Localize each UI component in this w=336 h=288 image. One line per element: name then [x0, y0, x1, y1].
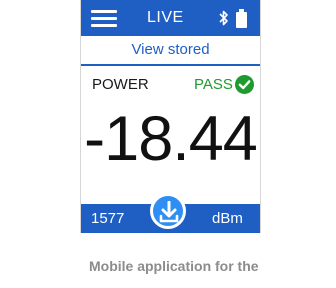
- download-button[interactable]: [150, 193, 186, 229]
- mode-label: LIVE: [147, 9, 184, 26]
- device-screen: LIVE View stored POWER PASS -18.44 1577 …: [80, 0, 261, 233]
- measurement-type-label: POWER: [92, 76, 149, 93]
- check-circle-icon: [235, 75, 254, 94]
- menu-icon[interactable]: [91, 10, 117, 27]
- top-bar: LIVE: [81, 0, 260, 36]
- view-stored-button[interactable]: View stored: [81, 36, 260, 66]
- count-label: 1577: [91, 210, 125, 227]
- caption-text: Mobile application for the: [89, 258, 259, 274]
- unit-label: dBm: [212, 210, 243, 227]
- bluetooth-icon: [219, 10, 228, 26]
- battery-icon: [236, 9, 247, 28]
- status-label: PASS: [194, 76, 233, 93]
- power-reading-value: -18.44: [84, 104, 258, 174]
- download-icon: [159, 201, 179, 223]
